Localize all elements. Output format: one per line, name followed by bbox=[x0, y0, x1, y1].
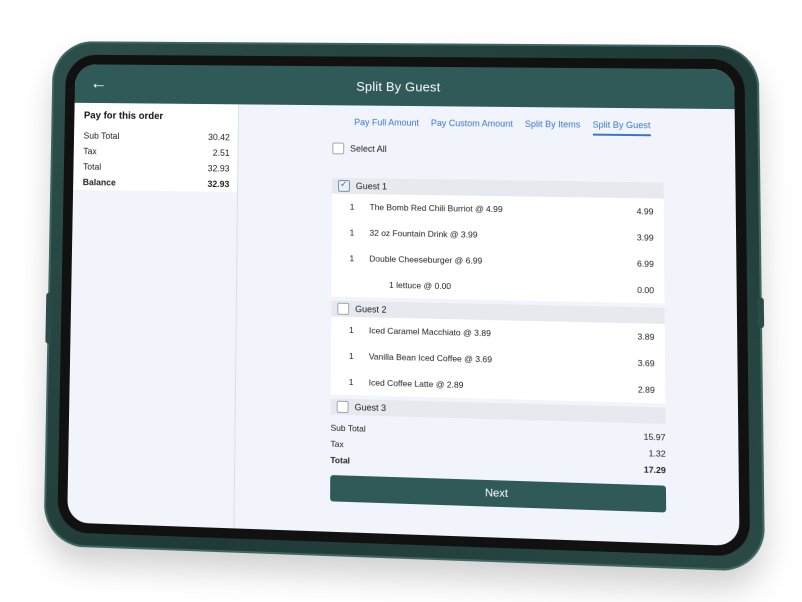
summary-value: 30.42 bbox=[207, 132, 230, 143]
totals-label: Tax bbox=[330, 438, 344, 450]
summary-label: Tax bbox=[83, 146, 97, 157]
item-price: 3.89 bbox=[637, 331, 655, 342]
item-price: 6.99 bbox=[636, 258, 654, 269]
list-item[interactable]: 1 lettuce @ 0.00 0.00 bbox=[331, 271, 664, 304]
item-qty: 1 bbox=[349, 201, 355, 212]
guest-2-checkbox[interactable] bbox=[337, 302, 350, 315]
item-qty: 1 bbox=[349, 324, 354, 335]
summary-value: 32.93 bbox=[207, 179, 230, 190]
summary-row-subtotal: Sub Total 30.42 bbox=[83, 131, 229, 142]
select-all-label: Select All bbox=[350, 143, 387, 154]
app-screen: ← Split By Guest Pay for this order Sub … bbox=[67, 64, 740, 547]
totals-value: 1.32 bbox=[648, 448, 666, 459]
totals-value: 17.29 bbox=[643, 464, 666, 476]
item-qty bbox=[332, 284, 370, 285]
item-desc: Iced Coffee Latte @ 2.89 bbox=[368, 377, 464, 390]
item-desc: 1 lettuce @ 0.00 bbox=[389, 279, 452, 292]
guest-items-1: 1 The Bomb Red Chili Burriot @ 4.99 4.99… bbox=[331, 193, 665, 304]
tablet-frame: ← Split By Guest Pay for this order Sub … bbox=[43, 41, 766, 572]
arrow-left-icon[interactable]: ← bbox=[88, 72, 109, 93]
order-summary: Pay for this order Sub Total 30.42 Tax 2… bbox=[73, 102, 239, 193]
top-bar: ← Split By Guest bbox=[74, 64, 735, 110]
select-all-checkbox[interactable] bbox=[332, 142, 345, 155]
tab-pay-custom-amount[interactable]: Pay Custom Amount bbox=[431, 118, 513, 135]
guest-panel: Guest 1 1 The Bomb Red Chili Burriot @ 4… bbox=[330, 177, 667, 513]
select-all[interactable]: Select All bbox=[332, 142, 735, 159]
tab-split-by-guest[interactable]: Split By Guest bbox=[592, 119, 651, 137]
tab-split-by-items[interactable]: Split By Items bbox=[525, 119, 581, 135]
item-desc: Double Cheeseburger @ 6.99 bbox=[369, 253, 483, 266]
summary-title: Pay for this order bbox=[83, 110, 164, 123]
guest-totals: Sub Total 15.97 Tax 1.32 Total 17.29 bbox=[330, 423, 666, 476]
summary-label: Balance bbox=[82, 177, 116, 188]
summary-row-balance: Balance 32.93 bbox=[83, 177, 230, 189]
item-price: 3.99 bbox=[636, 232, 654, 243]
item-qty: 1 bbox=[349, 253, 355, 264]
tab-pay-full-amount[interactable]: Pay Full Amount bbox=[354, 117, 419, 133]
summary-label: Sub Total bbox=[83, 130, 120, 141]
page-title: Split By Guest bbox=[356, 78, 441, 94]
tablet-bezel: ← Split By Guest Pay for this order Sub … bbox=[57, 54, 751, 557]
guest-3-checkbox[interactable] bbox=[336, 400, 349, 414]
volume-button bbox=[45, 292, 53, 344]
guest-label: Guest 1 bbox=[355, 181, 388, 192]
totals-label: Total bbox=[330, 454, 351, 466]
summary-label: Total bbox=[82, 161, 102, 172]
item-price: 0.00 bbox=[637, 284, 655, 296]
item-price: 4.99 bbox=[636, 206, 654, 217]
totals-value: 15.97 bbox=[643, 431, 666, 443]
item-price: 3.69 bbox=[637, 357, 655, 369]
item-price: 2.89 bbox=[637, 384, 655, 396]
totals-total: Total 17.29 bbox=[330, 455, 666, 475]
item-desc: Vanilla Bean Iced Coffee @ 3.69 bbox=[368, 351, 493, 365]
summary-value: 32.93 bbox=[207, 163, 230, 174]
main-content: Pay for this order Sub Total 30.42 Tax 2… bbox=[67, 102, 739, 546]
item-qty: 1 bbox=[348, 376, 354, 388]
item-desc: Iced Caramel Macchiato @ 3.89 bbox=[368, 325, 491, 339]
summary-row-total: Total 32.93 bbox=[83, 162, 230, 174]
split-tabs: Pay Full Amount Pay Custom Amount Split … bbox=[354, 117, 735, 137]
split-area: Pay Full Amount Pay Custom Amount Split … bbox=[272, 105, 739, 546]
item-desc: 32 oz Fountain Drink @ 3.99 bbox=[369, 227, 478, 240]
guest-label: Guest 2 bbox=[355, 304, 387, 315]
guest-header-3[interactable]: Guest 3 bbox=[330, 398, 666, 424]
item-qty: 1 bbox=[349, 227, 355, 238]
totals-label: Sub Total bbox=[330, 422, 366, 434]
summary-value: 2.51 bbox=[212, 147, 230, 158]
next-button[interactable]: Next bbox=[330, 475, 667, 513]
guest-label: Guest 3 bbox=[354, 402, 387, 414]
guest-1-checkbox[interactable] bbox=[338, 179, 350, 192]
item-qty: 1 bbox=[348, 350, 354, 362]
power-button bbox=[757, 297, 765, 329]
summary-row-tax: Tax 2.51 bbox=[83, 146, 230, 158]
guest-items-2: 1 Iced Caramel Macchiato @ 3.89 3.89 1 V… bbox=[330, 316, 666, 404]
item-desc: The Bomb Red Chili Burriot @ 4.99 bbox=[369, 202, 503, 215]
